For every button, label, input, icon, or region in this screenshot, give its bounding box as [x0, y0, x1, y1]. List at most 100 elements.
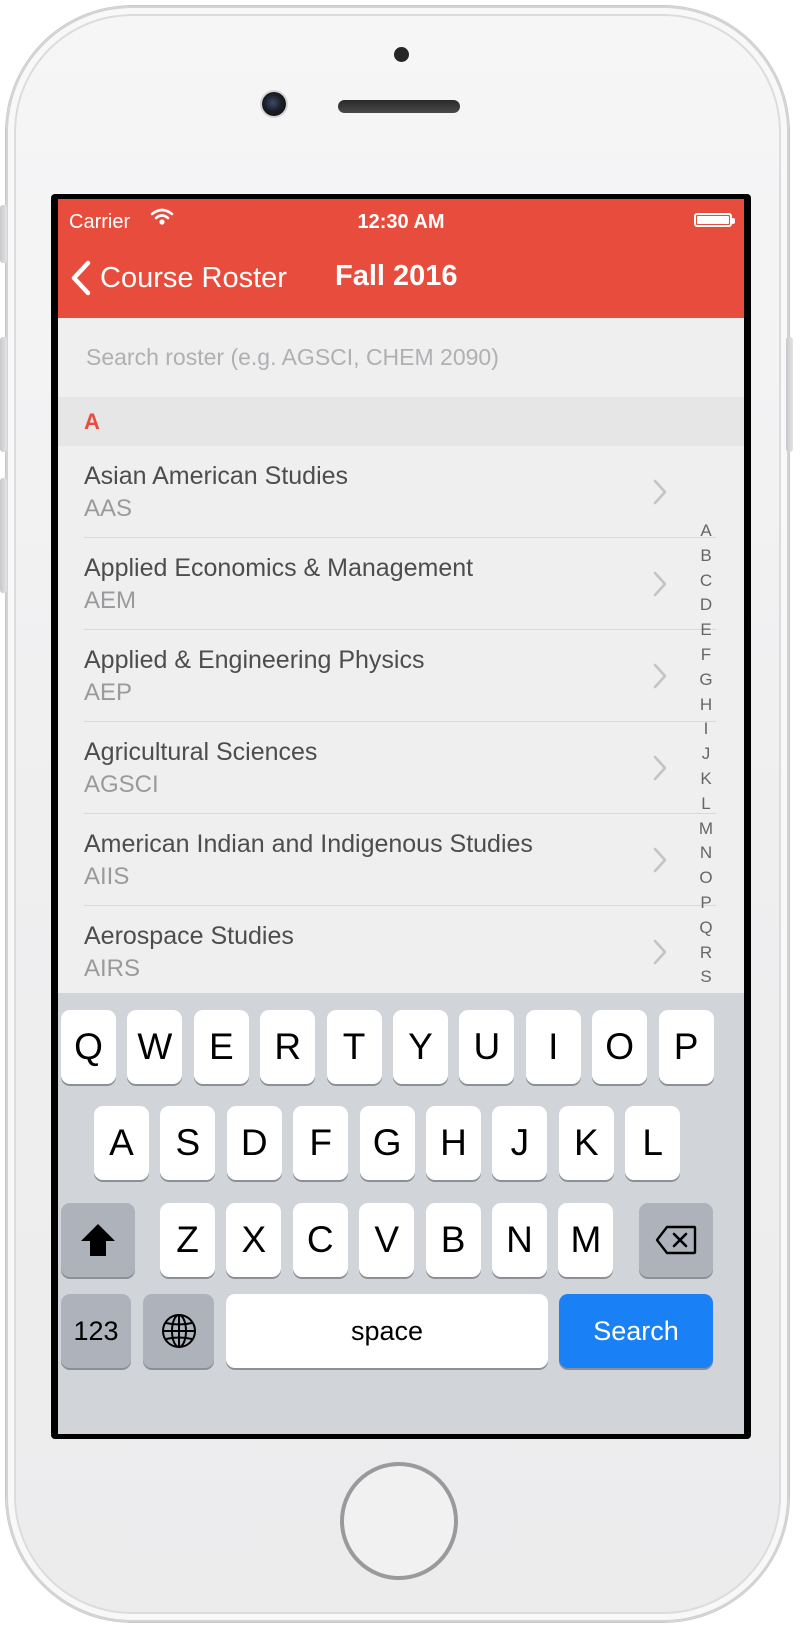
- space-key[interactable]: space: [226, 1294, 548, 1368]
- key-d[interactable]: D: [226, 1106, 282, 1180]
- key-a[interactable]: A: [94, 1106, 149, 1180]
- key-r[interactable]: R: [260, 1010, 316, 1084]
- key-w[interactable]: W: [127, 1010, 183, 1084]
- key-y[interactable]: Y: [393, 1010, 448, 1084]
- subject-row[interactable]: Applied & Engineering Physics AEP: [58, 630, 744, 722]
- index-letter[interactable]: F: [694, 643, 718, 668]
- key-b[interactable]: B: [425, 1203, 481, 1277]
- navigation-bar: Carrier 12:30 AM Course Roster Fall 2016: [58, 199, 744, 318]
- index-letter[interactable]: C: [694, 569, 718, 594]
- index-letter[interactable]: R: [694, 941, 718, 966]
- chevron-right-icon: [653, 847, 667, 873]
- chevron-right-icon: [653, 479, 667, 505]
- subject-code: AEP: [84, 679, 133, 706]
- page-title: Fall 2016: [335, 260, 458, 292]
- front-camera: [262, 92, 286, 116]
- key-k[interactable]: K: [558, 1106, 614, 1180]
- index-letter[interactable]: N: [694, 841, 718, 866]
- key-l[interactable]: L: [625, 1106, 681, 1180]
- delete-key[interactable]: [639, 1203, 713, 1277]
- volume-down-button: [0, 478, 7, 593]
- key-p[interactable]: P: [658, 1010, 714, 1084]
- shift-arrow-icon: [81, 1224, 115, 1256]
- subject-name: Agricultural Sciences: [84, 738, 318, 766]
- key-n[interactable]: N: [492, 1203, 547, 1277]
- subject-row[interactable]: Asian American Studies AAS: [58, 446, 744, 538]
- key-o[interactable]: O: [592, 1010, 648, 1084]
- key-q[interactable]: Q: [61, 1010, 116, 1084]
- subject-code: AIRS: [84, 955, 141, 982]
- index-letter[interactable]: M: [694, 817, 718, 842]
- subject-name: Applied Economics & Management: [84, 554, 474, 582]
- section-index: ABCDEFGHIJKLMNOPQRS: [694, 519, 718, 990]
- subject-list: Asian American Studies AAS Applied Economi…: [58, 446, 744, 998]
- battery-icon: [694, 213, 735, 227]
- index-letter[interactable]: B: [694, 544, 718, 569]
- index-letter[interactable]: H: [694, 693, 718, 718]
- home-button[interactable]: [340, 1462, 458, 1580]
- index-letter[interactable]: I: [694, 717, 718, 742]
- chevron-left-icon: [71, 260, 91, 296]
- keyboard: 123 space Search QWERTYUIOP ASDFGHJKL ZXCV…: [58, 993, 744, 1434]
- index-letter[interactable]: E: [694, 618, 718, 643]
- proximity-sensor: [394, 47, 409, 62]
- index-letter[interactable]: O: [694, 866, 718, 891]
- subject-name: American Indian and Indigenous Studies: [84, 830, 533, 858]
- key-s[interactable]: S: [160, 1106, 216, 1180]
- earpiece-speaker: [338, 100, 460, 113]
- globe-icon: [161, 1314, 196, 1348]
- key-e[interactable]: E: [193, 1010, 249, 1084]
- key-t[interactable]: T: [326, 1010, 382, 1084]
- key-u[interactable]: U: [459, 1010, 515, 1084]
- back-button-label: Course Roster: [100, 261, 287, 294]
- chevron-right-icon: [653, 939, 667, 965]
- key-j[interactable]: J: [492, 1106, 548, 1180]
- screen: Carrier 12:30 AM Course Roster Fall 2016…: [58, 199, 744, 1434]
- key-c[interactable]: C: [292, 1203, 348, 1277]
- index-letter[interactable]: P: [694, 891, 718, 916]
- section-header: A: [58, 397, 744, 446]
- chevron-right-icon: [653, 663, 667, 689]
- subject-row[interactable]: American Indian and Indigenous Studies AI…: [58, 814, 744, 906]
- search-bar: [58, 318, 744, 397]
- globe-key[interactable]: [143, 1294, 214, 1368]
- index-letter[interactable]: G: [694, 668, 718, 693]
- key-f[interactable]: F: [293, 1106, 349, 1180]
- mute-switch: [0, 205, 7, 263]
- section-letter: A: [84, 409, 100, 434]
- index-letter[interactable]: J: [694, 742, 718, 767]
- index-letter[interactable]: D: [694, 593, 718, 618]
- chevron-right-icon: [653, 571, 667, 597]
- key-v[interactable]: V: [359, 1203, 415, 1277]
- subject-name: Asian American Studies: [84, 462, 349, 490]
- subject-code: AIIS: [84, 863, 130, 890]
- volume-up-button: [0, 337, 7, 452]
- key-h[interactable]: H: [426, 1106, 481, 1180]
- key-g[interactable]: G: [359, 1106, 415, 1180]
- delete-backspace-icon: [655, 1225, 697, 1255]
- subject-code: AAS: [84, 495, 133, 522]
- subject-name: Applied & Engineering Physics: [84, 646, 425, 674]
- subject-row[interactable]: Applied Economics & Management AEM: [58, 538, 744, 630]
- status-time: 12:30 AM: [357, 211, 445, 233]
- search-input[interactable]: [58, 318, 744, 397]
- subject-row[interactable]: Aerospace Studies AIRS: [58, 906, 744, 998]
- index-letter[interactable]: Q: [694, 916, 718, 941]
- chevron-right-icon: [653, 755, 667, 781]
- index-letter[interactable]: A: [694, 519, 718, 544]
- index-letter[interactable]: K: [694, 767, 718, 792]
- key-z[interactable]: Z: [160, 1203, 215, 1277]
- index-letter[interactable]: S: [694, 965, 718, 990]
- key-i[interactable]: I: [525, 1010, 581, 1084]
- subject-code: AGSCI: [84, 771, 159, 798]
- numbers-key[interactable]: 123: [61, 1294, 131, 1368]
- key-m[interactable]: M: [558, 1203, 614, 1277]
- back-button[interactable]: Course Roster: [70, 254, 287, 302]
- power-button: [786, 337, 793, 452]
- search-key[interactable]: Search: [559, 1294, 713, 1368]
- subject-row[interactable]: Agricultural Sciences AGSCI: [58, 722, 744, 814]
- shift-key[interactable]: [61, 1203, 135, 1277]
- index-letter[interactable]: L: [694, 792, 718, 817]
- key-x[interactable]: X: [226, 1203, 282, 1277]
- subject-name: Aerospace Studies: [84, 922, 294, 950]
